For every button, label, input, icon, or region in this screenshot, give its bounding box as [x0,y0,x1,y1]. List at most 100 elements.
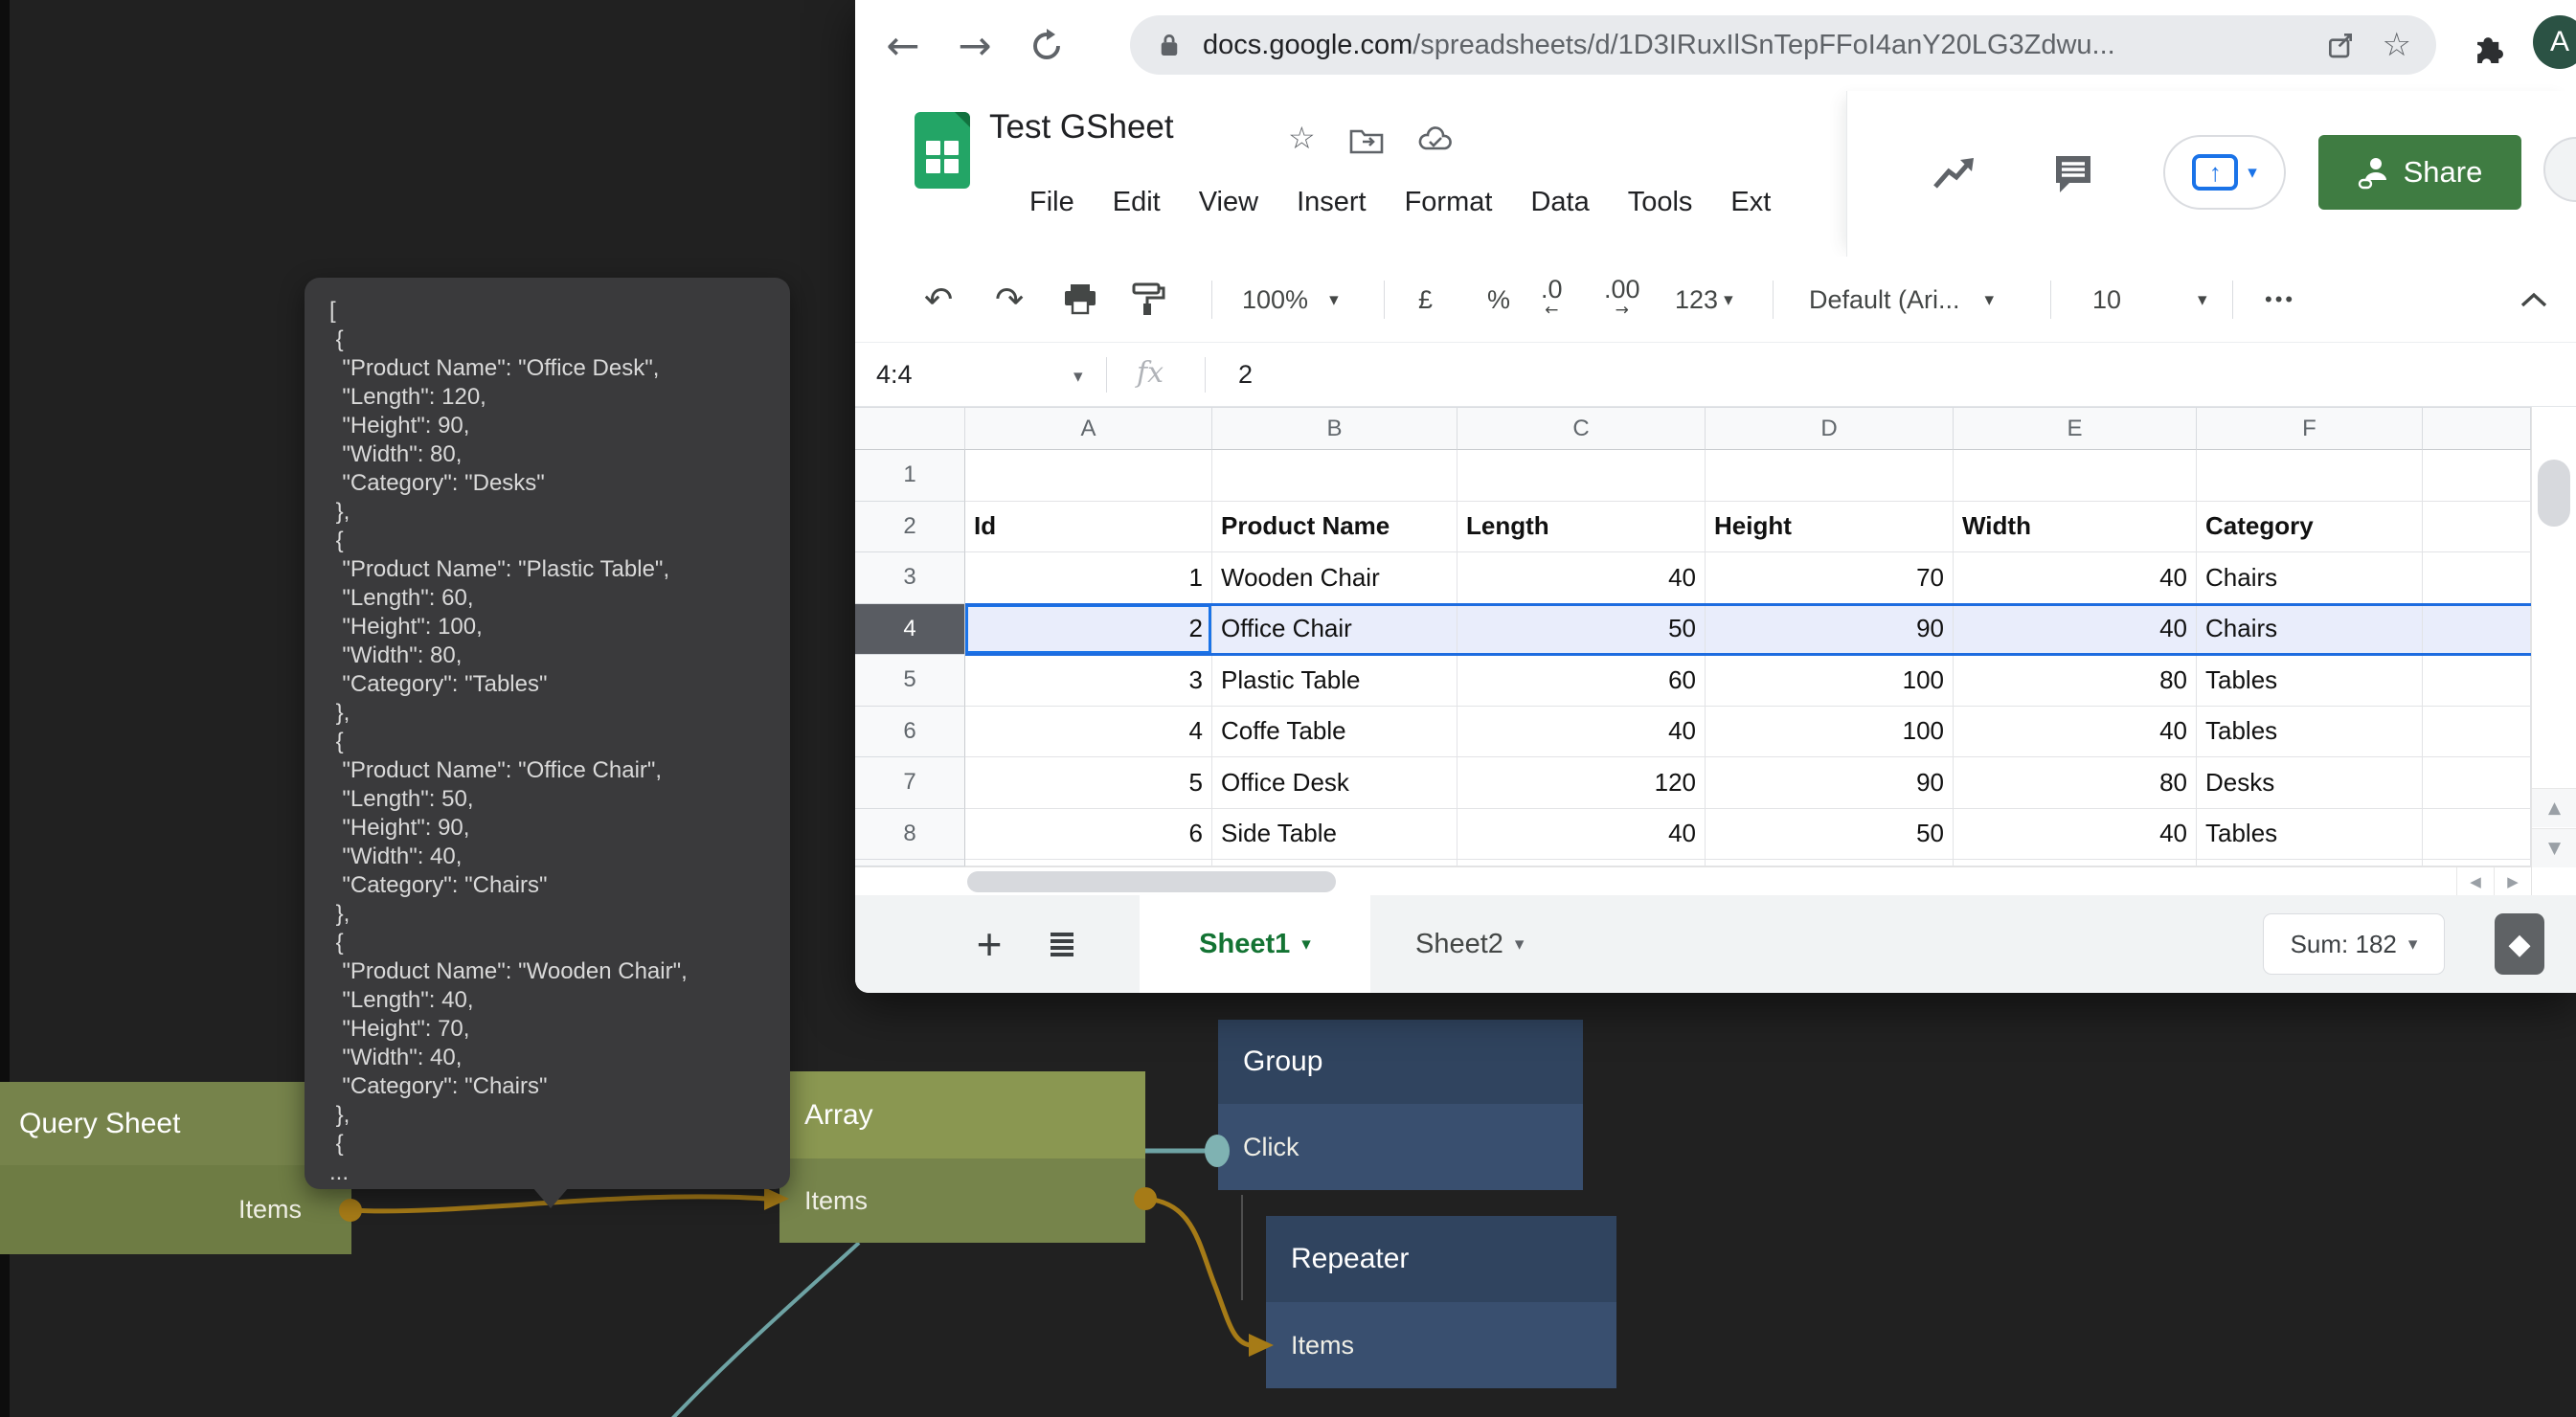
cell-C2[interactable]: Length [1457,502,1706,553]
horizontal-scrollbar-thumb[interactable] [967,871,1336,892]
column-header-B[interactable]: B [1212,407,1457,450]
vertical-scrollbar[interactable]: ▲ ▼ [2531,407,2576,895]
collapse-toolbar-button[interactable] [2520,257,2548,343]
cell-A3[interactable]: 1 [965,552,1212,604]
scroll-down-button[interactable]: ▼ [2532,828,2576,867]
number-format-menu[interactable]: 123 ▾ [1675,257,1733,343]
cell-E6[interactable]: 40 [1954,707,2197,758]
node-group-port-click[interactable]: Click [1218,1104,1583,1190]
percent-format-button[interactable]: % [1487,257,1510,343]
cell-E1[interactable] [1954,450,2197,502]
cell-D5[interactable]: 100 [1706,655,1954,707]
cell-E8[interactable]: 40 [1954,809,2197,861]
scroll-right-button[interactable]: ▶ [2494,867,2531,896]
font-size-select[interactable]: 10 ▾ [2092,257,2207,343]
reload-button[interactable] [1018,0,1075,91]
menu-item-view[interactable]: View [1199,187,1258,218]
cell-D1[interactable] [1706,450,1954,502]
cell-C5[interactable]: 60 [1457,655,1706,707]
horizontal-scrollbar[interactable]: ◀ ▶ [855,866,2531,895]
cell-E7[interactable]: 80 [1954,757,2197,809]
account-avatar-cut[interactable] [2543,137,2576,202]
node-array-port-items[interactable]: Items [780,1158,1145,1243]
cell-B6[interactable]: Coffe Table [1212,707,1457,758]
present-button[interactable]: ↑ ▾ [2163,135,2286,210]
url-bar[interactable]: docs.google.com/spreadsheets/d/1D3IRuxIl… [1130,15,2436,75]
menu-item-format[interactable]: Format [1405,187,1493,218]
cell-G1[interactable] [2423,450,2531,502]
cell-F2[interactable]: Category [2197,502,2423,553]
cell-G2[interactable] [2423,502,2531,553]
cell-E2[interactable]: Width [1954,502,2197,553]
menu-item-data[interactable]: Data [1530,187,1589,218]
menu-item-file[interactable]: File [1029,187,1074,218]
row-header-4[interactable]: 4 [855,604,965,656]
sum-badge[interactable]: Sum: 182 ▾ [2263,913,2445,975]
sheets-logo-icon[interactable] [915,112,970,189]
cell-F1[interactable] [2197,450,2423,502]
formula-input[interactable]: 2 [1238,343,1253,407]
more-toolbar-button[interactable]: ••• [2265,257,2295,343]
node-query-sheet-port-items[interactable]: Items [0,1165,351,1254]
cloud-saved-icon[interactable] [1416,125,1455,154]
cell-F4[interactable]: Chairs [2197,604,2423,656]
explore-button[interactable]: ◆ [2495,913,2544,975]
cell-D4[interactable]: 90 [1706,604,1954,656]
cell-C3[interactable]: 40 [1457,552,1706,604]
node-repeater-port-items[interactable]: Items [1266,1302,1616,1388]
trend-chart-icon[interactable] [1932,154,1977,192]
cell-D8[interactable]: 50 [1706,809,1954,861]
cell-D6[interactable]: 100 [1706,707,1954,758]
cell-C6[interactable]: 40 [1457,707,1706,758]
cell-C8[interactable]: 40 [1457,809,1706,861]
node-array[interactable]: Array Items [780,1071,1145,1243]
back-button[interactable]: ← [874,0,932,91]
tab-sheet1[interactable]: Sheet1 ▾ [1140,895,1370,993]
cell-E5[interactable]: 80 [1954,655,2197,707]
row-header-3[interactable]: 3 [855,552,965,604]
cell-D7[interactable]: 90 [1706,757,1954,809]
menu-item-edit[interactable]: Edit [1113,187,1161,218]
row-header-8[interactable]: 8 [855,809,965,861]
redo-button[interactable]: ↷ [995,257,1024,343]
cell-C7[interactable]: 120 [1457,757,1706,809]
cell-F7[interactable]: Desks [2197,757,2423,809]
name-box[interactable]: 4:4 [876,343,913,407]
font-family-select[interactable]: Default (Ari... ▾ [1809,257,1994,343]
cell-E3[interactable]: 40 [1954,552,2197,604]
cell-G6[interactable] [2423,707,2531,758]
present-dropdown-caret[interactable]: ▾ [2248,162,2257,183]
undo-button[interactable]: ↶ [924,257,953,343]
cell-B8[interactable]: Side Table [1212,809,1457,861]
cell-E4[interactable]: 40 [1954,604,2197,656]
cell-A7[interactable]: 5 [965,757,1212,809]
cell-F8[interactable]: Tables [2197,809,2423,861]
cell-A1[interactable] [965,450,1212,502]
cell-D3[interactable]: 70 [1706,552,1954,604]
star-document-icon[interactable]: ☆ [1288,120,1316,156]
node-repeater[interactable]: Repeater Items [1266,1216,1616,1388]
column-header-A[interactable]: A [965,407,1212,450]
zoom-select[interactable]: 100% ▾ [1242,257,1339,343]
column-header-C[interactable]: C [1457,407,1706,450]
cell-B1[interactable] [1212,450,1457,502]
cell-A6[interactable]: 4 [965,707,1212,758]
node-query-sheet[interactable]: Query Sheet Items [0,1082,351,1254]
tab-sheet2-caret[interactable]: ▾ [1515,933,1525,955]
cell-F6[interactable]: Tables [2197,707,2423,758]
cell-A5[interactable]: 3 [965,655,1212,707]
cell-C1[interactable] [1457,450,1706,502]
decrease-decimal-button[interactable]: .0← [1541,257,1563,343]
cell-G4[interactable] [2423,604,2531,656]
row-header-6[interactable]: 6 [855,707,965,758]
column-header-D[interactable]: D [1706,407,1954,450]
share-page-icon[interactable] [2325,30,2356,60]
cell-A2[interactable]: Id [965,502,1212,553]
browser-avatar[interactable]: A [2533,15,2576,69]
tab-sheet2[interactable]: Sheet2 ▾ [1415,895,1524,993]
all-sheets-button[interactable] [1035,895,1089,993]
document-title[interactable]: Test GSheet [989,108,1174,146]
cell-B5[interactable]: Plastic Table [1212,655,1457,707]
column-header-blank[interactable] [2423,407,2531,450]
wire-teal-bottom[interactable] [670,1243,859,1417]
